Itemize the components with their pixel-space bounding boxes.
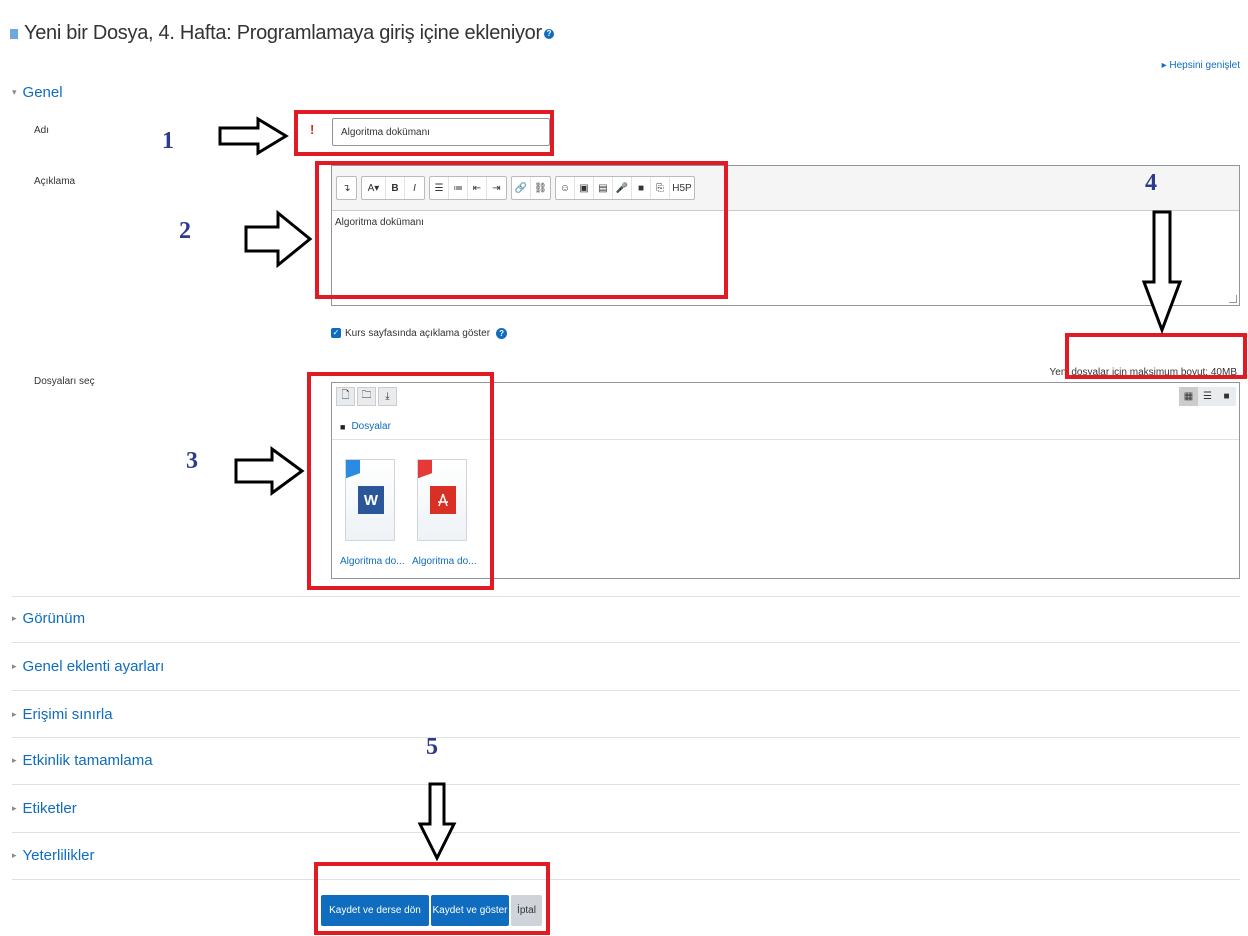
chevron-right-icon: ▸ [12, 709, 17, 719]
divider [12, 690, 1240, 691]
annotation-number-4: 4 [1145, 170, 1157, 196]
help-icon[interactable]: ? [496, 328, 508, 339]
section-label: Erişimi sınırla [22, 706, 113, 723]
down-arrow-icon [1141, 210, 1183, 334]
down-arrow-icon [418, 782, 457, 862]
chevron-right-icon: ▸ [12, 803, 17, 813]
annotation-number-2: 2 [179, 218, 191, 244]
view-switcher: ▦ ☰ ■ [1179, 387, 1236, 406]
show-description-checkbox[interactable]: ✓ [331, 328, 341, 338]
show-description-label: Kurs sayfasında açıklama göster [345, 328, 491, 339]
section-appearance[interactable]: ▸ Görünüm [12, 610, 85, 627]
divider [12, 596, 1240, 597]
section-general-label: Genel [22, 84, 63, 101]
chevron-right-icon: ▸ [12, 661, 17, 671]
section-activity-completion[interactable]: ▸ Etkinlik tamamlama [12, 752, 153, 769]
right-arrow-icon [218, 116, 289, 156]
right-arrow-icon [244, 210, 313, 268]
divider [12, 642, 1240, 643]
section-competencies[interactable]: ▸ Yeterlilikler [12, 847, 95, 864]
page-title: Yeni bir Dosya, 4. Hafta: Programlamaya … [10, 22, 554, 45]
section-label: Etkinlik tamamlama [22, 752, 153, 769]
divider [12, 784, 1240, 785]
expand-all-link[interactable]: ▸ Hepsini genişlet [1162, 60, 1240, 71]
section-restrict-access[interactable]: ▸ Erişimi sınırla [12, 706, 113, 723]
chevron-right-icon: ▸ [12, 613, 17, 623]
section-label: Görünüm [22, 610, 86, 627]
divider [12, 879, 1240, 880]
divider [12, 737, 1240, 738]
chevron-right-icon: ▸ [12, 850, 17, 860]
description-label: Açıklama [34, 176, 76, 187]
section-general[interactable]: ▾ Genel [12, 84, 63, 101]
highlight-box-1 [294, 110, 554, 156]
tree-view-icon[interactable]: ■ [1217, 387, 1236, 406]
divider [12, 832, 1240, 833]
resize-handle[interactable] [1229, 295, 1237, 303]
section-label: Yeterlilikler [22, 847, 95, 864]
page-title-text: Yeni bir Dosya, 4. Hafta: Programlamaya … [24, 22, 542, 44]
annotation-number-1: 1 [162, 128, 174, 154]
section-label: Genel eklenti ayarları [22, 658, 165, 675]
annotation-number-3: 3 [186, 448, 198, 474]
section-label: Etiketler [22, 800, 77, 817]
file-icon [10, 28, 18, 39]
annotation-number-5: 5 [426, 734, 438, 760]
grid-view-icon[interactable]: ▦ [1179, 387, 1198, 406]
highlight-box-2 [315, 161, 728, 299]
section-common-module-settings[interactable]: ▸ Genel eklenti ayarları [12, 658, 164, 675]
select-files-label: Dosyaları seç [34, 376, 95, 387]
highlight-box-4 [1065, 333, 1247, 379]
expand-all-label: Hepsini genişlet [1169, 60, 1240, 71]
chevron-down-icon: ▾ [12, 87, 17, 97]
name-label: Adı [34, 125, 50, 136]
highlight-box-5 [314, 862, 550, 935]
show-description-row: Kurs sayfasında açıklama göster ? [345, 328, 508, 339]
list-view-icon[interactable]: ☰ [1198, 387, 1217, 406]
right-arrow-icon [234, 446, 305, 496]
help-icon[interactable]: ? [543, 28, 554, 39]
highlight-box-3 [307, 372, 494, 590]
chevron-right-icon: ▸ [12, 755, 17, 765]
section-tags[interactable]: ▸ Etiketler [12, 800, 77, 817]
